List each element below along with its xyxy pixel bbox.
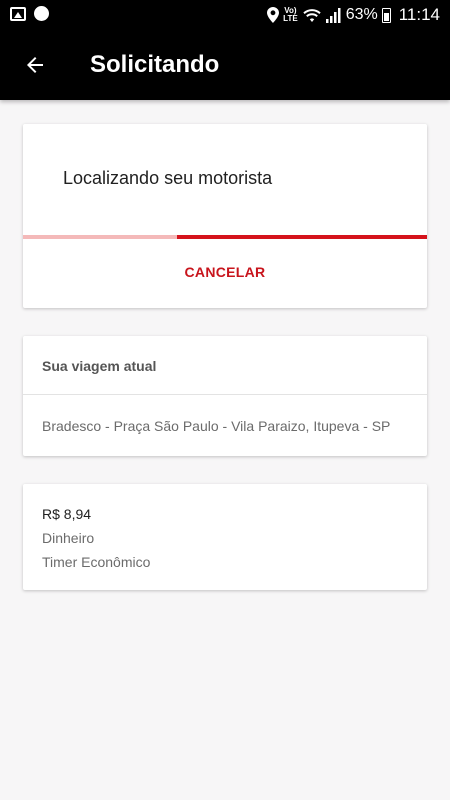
battery-percent: 63%	[345, 6, 378, 23]
fare-card: R$ 8,94 Dinheiro Timer Econômico	[23, 484, 427, 590]
status-bar-left	[10, 6, 49, 21]
back-button[interactable]	[20, 50, 50, 80]
page-title: Solicitando	[90, 51, 220, 78]
request-status-card: Localizando seu motorista CANCELAR	[23, 124, 427, 308]
wifi-icon	[303, 9, 321, 22]
trip-address: Bradesco - Praça São Paulo - Vila Paraiz…	[42, 418, 391, 434]
volte-icon: Vo) LTE	[283, 6, 298, 23]
cancel-button[interactable]: CANCELAR	[23, 264, 427, 280]
status-bar: Vo) LTE 63% 11:14	[0, 0, 450, 30]
payment-method: Dinheiro	[42, 530, 95, 546]
current-trip-header: Sua viagem atual	[42, 358, 157, 374]
ride-category: Timer Econômico	[42, 554, 151, 570]
arrow-left-icon	[27, 57, 43, 73]
fare-price: R$ 8,94	[42, 506, 92, 522]
status-bar-right: Vo) LTE 63% 11:14	[267, 5, 440, 25]
circle-notification-icon	[34, 6, 49, 21]
battery-icon	[381, 7, 391, 23]
signal-icon	[325, 7, 341, 23]
location-icon	[267, 7, 280, 23]
locating-driver-text: Localizando seu motorista	[63, 168, 273, 188]
app-bar: Solicitando	[0, 30, 450, 100]
clock: 11:14	[398, 5, 440, 24]
search-progress-fill	[176, 235, 427, 239]
current-trip-card: Sua viagem atual Bradesco - Praça São Pa…	[23, 336, 427, 456]
image-icon	[10, 6, 26, 21]
search-progress-bar	[23, 235, 427, 239]
divider	[23, 394, 427, 395]
